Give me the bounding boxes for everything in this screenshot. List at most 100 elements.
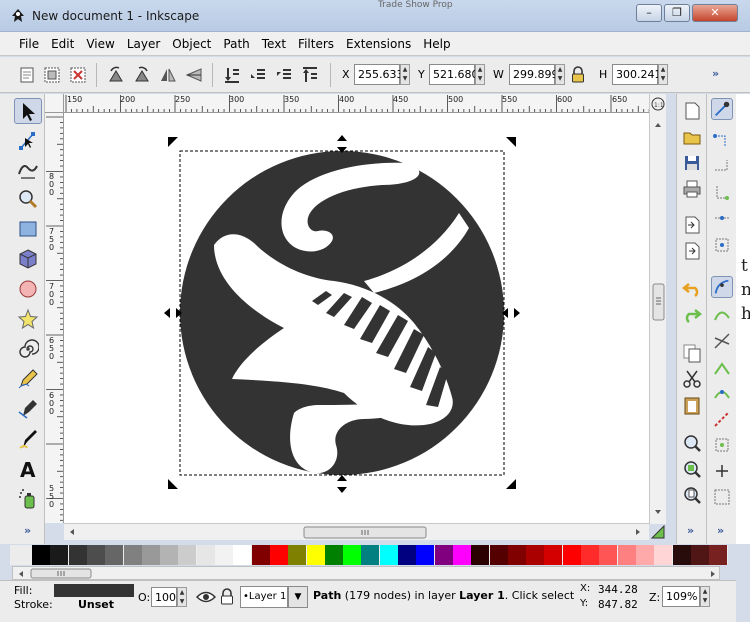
spray-tool[interactable] <box>14 486 42 512</box>
snap-bbox-corner-icon[interactable] <box>711 182 733 204</box>
snap-midpoints-icon[interactable] <box>711 408 733 430</box>
color-swatch[interactable] <box>86 545 105 565</box>
select-all-icon[interactable] <box>17 65 37 85</box>
x-spinner[interactable]: ▲ ▼ <box>400 64 410 85</box>
color-swatch[interactable] <box>526 545 545 565</box>
color-swatch[interactable] <box>251 545 270 565</box>
color-swatch[interactable] <box>709 545 728 565</box>
ellipse-tool[interactable] <box>14 276 42 302</box>
color-swatch[interactable] <box>635 545 654 565</box>
selector-tool[interactable] <box>14 98 42 124</box>
copy-icon[interactable] <box>681 342 703 364</box>
snap-rotation-center-icon[interactable] <box>711 460 733 482</box>
rotate-ccw-icon[interactable] <box>106 65 126 85</box>
menu-view[interactable]: View <box>80 32 120 56</box>
color-swatch[interactable] <box>471 545 490 565</box>
color-swatch[interactable] <box>196 545 215 565</box>
raise-icon[interactable] <box>274 65 294 85</box>
w-spinner[interactable]: ▲ ▼ <box>555 64 565 85</box>
raise-to-top-icon[interactable] <box>300 65 320 85</box>
calligraphy-tool[interactable] <box>14 426 42 452</box>
resize-handle-se[interactable] <box>506 479 516 489</box>
color-swatch[interactable] <box>288 545 307 565</box>
menu-help[interactable]: Help <box>417 32 456 56</box>
zoom-spinner[interactable]: ▲ ▼ <box>700 586 710 607</box>
undo-icon[interactable] <box>681 278 703 300</box>
flip-vertical-icon[interactable] <box>184 65 204 85</box>
resize-handle-w[interactable] <box>164 308 182 318</box>
pen-tool[interactable] <box>14 396 42 422</box>
color-swatch[interactable] <box>50 545 69 565</box>
color-swatch[interactable] <box>416 545 435 565</box>
open-folder-icon[interactable] <box>681 126 703 148</box>
close-button[interactable]: ✕ <box>692 4 738 22</box>
paste-icon[interactable] <box>681 394 703 416</box>
snap-page-border-icon[interactable] <box>711 486 733 508</box>
star-tool[interactable] <box>14 306 42 332</box>
pencil-tool[interactable] <box>14 366 42 392</box>
color-swatch[interactable] <box>434 545 453 565</box>
3d-box-tool[interactable] <box>14 246 42 272</box>
spiral-tool[interactable] <box>14 336 42 362</box>
w-input[interactable]: 299.899 <box>509 64 559 85</box>
lower-to-bottom-icon[interactable] <box>222 65 242 85</box>
menu-file[interactable]: File <box>13 32 45 56</box>
y-input[interactable]: 521.680 <box>429 64 479 85</box>
color-swatch[interactable] <box>489 545 508 565</box>
horizontal-scrollbar[interactable] <box>64 523 649 540</box>
menu-layer[interactable]: Layer <box>121 32 166 56</box>
color-swatch[interactable] <box>452 545 471 565</box>
h-spinner[interactable]: ▲ ▼ <box>658 64 668 85</box>
color-swatch[interactable] <box>160 545 179 565</box>
flip-horizontal-icon[interactable] <box>158 65 178 85</box>
select-all-layers-icon[interactable] <box>42 65 62 85</box>
color-swatch[interactable] <box>544 545 563 565</box>
layer-dropdown-arrow[interactable]: ▼ <box>288 586 308 608</box>
lower-icon[interactable] <box>248 65 268 85</box>
color-swatch[interactable] <box>690 545 709 565</box>
color-swatch[interactable] <box>398 545 416 565</box>
rotate-cw-icon[interactable] <box>132 65 152 85</box>
save-icon[interactable] <box>681 152 703 174</box>
text-tool[interactable]: A <box>14 456 42 482</box>
eye-visibility-icon[interactable] <box>196 589 216 605</box>
color-swatch[interactable] <box>306 545 325 565</box>
opacity-spinner[interactable]: ▲ ▼ <box>177 587 187 607</box>
color-swatch[interactable] <box>581 545 599 565</box>
snap-bbox-edge-icon[interactable] <box>711 156 733 178</box>
rectangle-tool[interactable] <box>14 216 42 242</box>
color-swatch[interactable] <box>215 545 233 565</box>
color-swatch[interactable] <box>32 545 50 565</box>
zoom-input[interactable]: 109% <box>662 586 700 607</box>
resize-handle-e[interactable] <box>502 308 520 318</box>
deselect-icon[interactable] <box>68 65 88 85</box>
snap-paths-icon[interactable] <box>711 304 733 326</box>
menu-object[interactable]: Object <box>166 32 217 56</box>
color-swatch[interactable] <box>617 545 636 565</box>
resize-handle-ne[interactable] <box>506 137 516 147</box>
y-spinner[interactable]: ▲ ▼ <box>475 64 485 85</box>
color-swatch[interactable] <box>507 545 526 565</box>
color-swatch[interactable] <box>361 545 380 565</box>
color-swatch[interactable] <box>654 545 673 565</box>
menu-filters[interactable]: Filters <box>292 32 340 56</box>
new-document-icon[interactable] <box>681 100 703 122</box>
color-swatch[interactable] <box>269 545 288 565</box>
zoom-tool[interactable] <box>14 186 42 212</box>
snap-object-center-icon[interactable] <box>711 434 733 456</box>
resize-handle-sw[interactable] <box>168 479 178 489</box>
export-icon[interactable] <box>681 240 703 262</box>
menu-extensions[interactable]: Extensions <box>340 32 417 56</box>
selected-path[interactable] <box>180 151 504 475</box>
tweak-tool[interactable] <box>14 156 42 182</box>
print-icon[interactable] <box>681 178 703 200</box>
opacity-input[interactable]: 100 <box>151 587 177 607</box>
restore-button[interactable]: ❐ <box>664 4 690 22</box>
color-swatch[interactable] <box>672 545 691 565</box>
drawing-canvas[interactable] <box>64 113 649 523</box>
snap-overflow-chevron[interactable]: » <box>717 524 724 537</box>
snap-bbox-center-icon[interactable] <box>711 234 733 256</box>
vertical-scrollbar[interactable]: 1:1 <box>649 94 666 524</box>
color-swatch[interactable] <box>178 545 197 565</box>
stroke-value[interactable]: Unset <box>78 598 114 611</box>
